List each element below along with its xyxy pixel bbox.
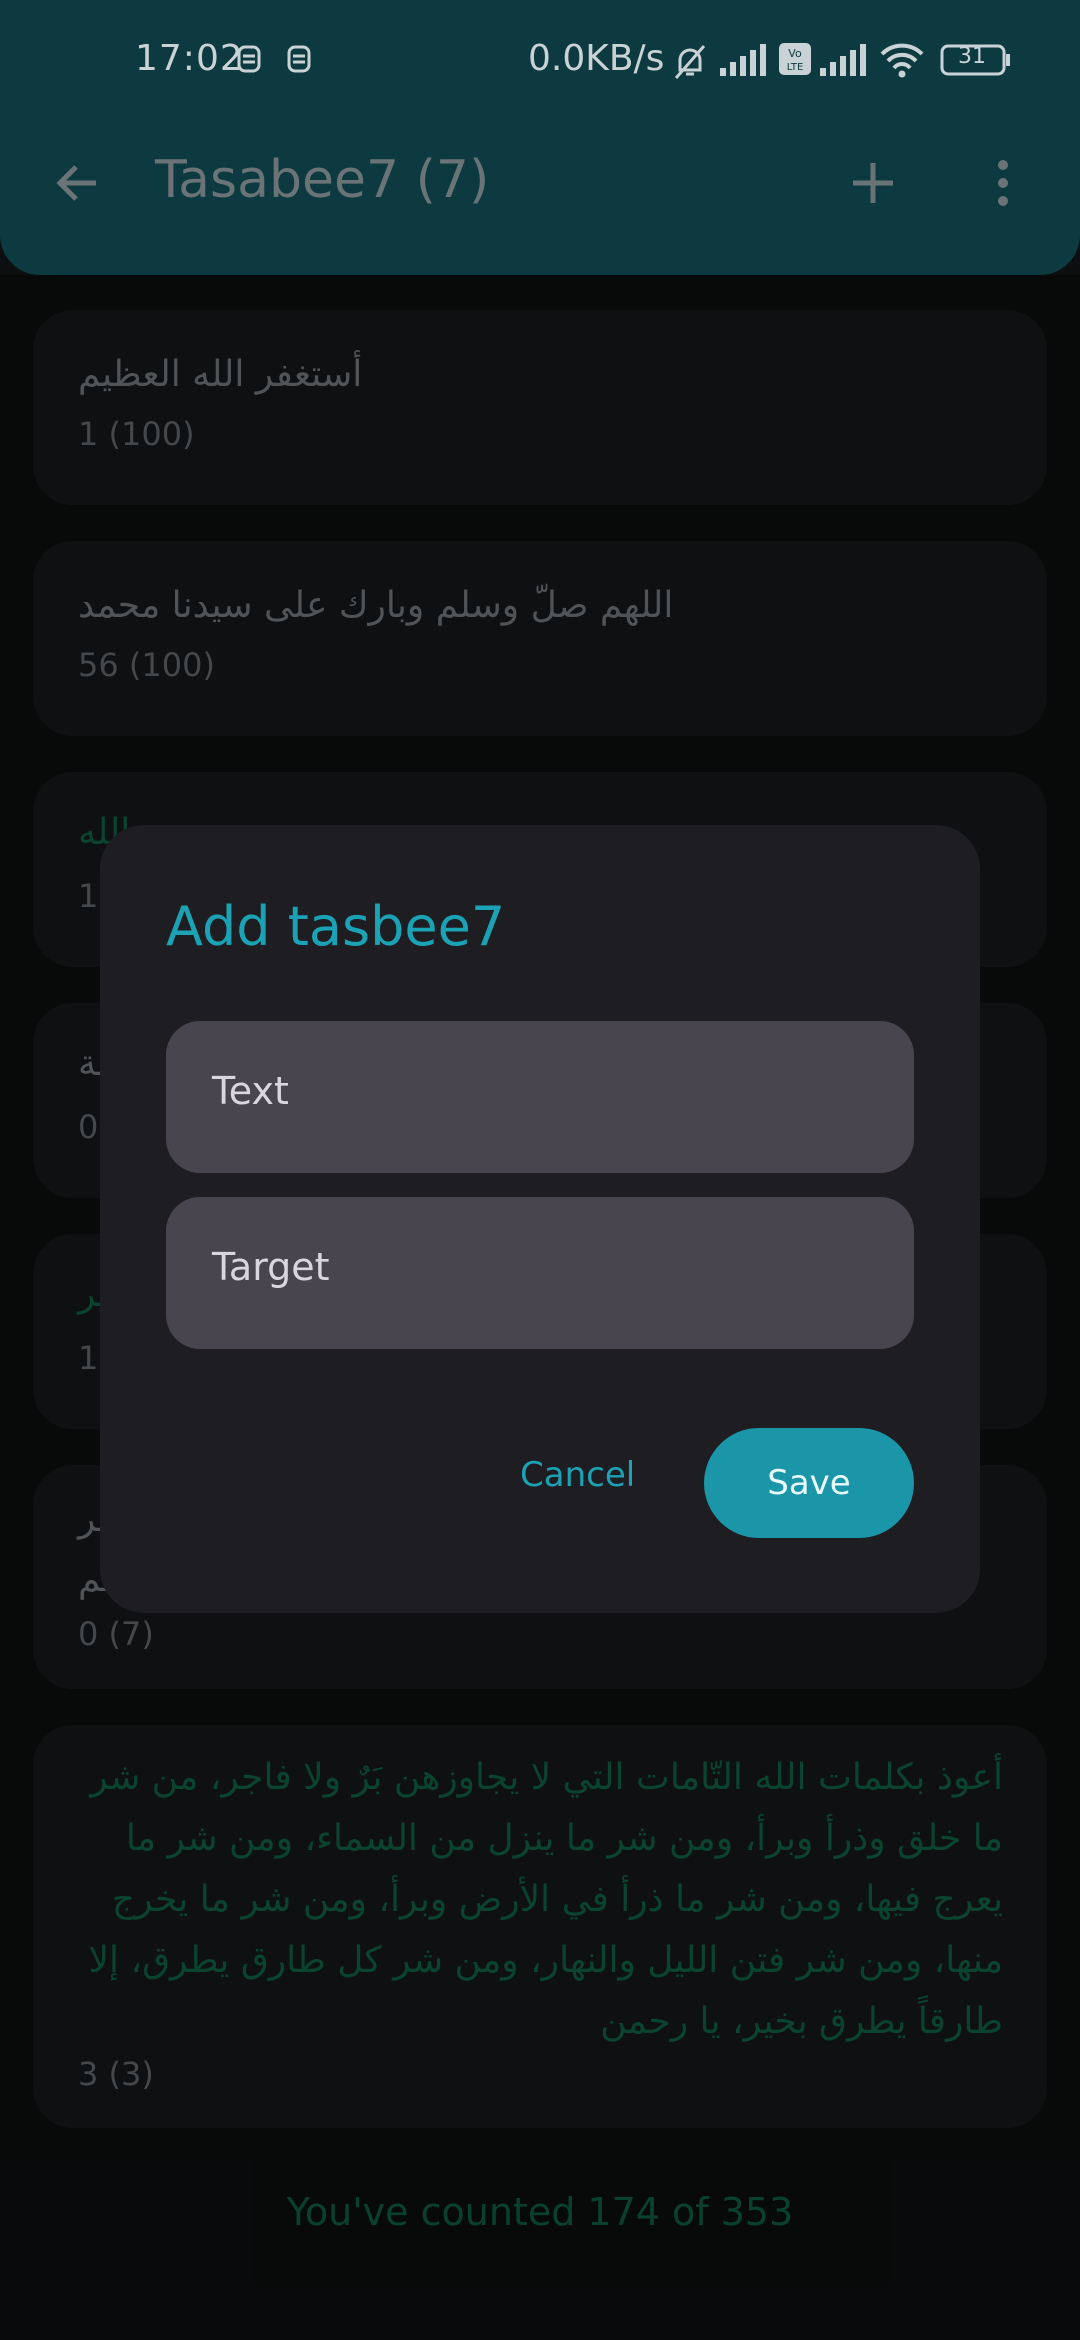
bell-off-icon bbox=[670, 42, 710, 91]
notification-icon bbox=[236, 42, 262, 85]
battery-level: 31 bbox=[958, 44, 986, 69]
save-button[interactable]: Save bbox=[704, 1428, 914, 1538]
dialog-title: Add tasbee7 bbox=[166, 895, 506, 958]
add-tasbeeh-dialog: Add tasbee7 Text Target Cancel Save bbox=[100, 825, 980, 1613]
text-input-placeholder: Text bbox=[212, 1069, 289, 1113]
app-bar: 17:02 0.0KB/s Vo LTE 31 Tasabee7 (7) bbox=[0, 0, 1080, 275]
text-input[interactable]: Text bbox=[166, 1021, 914, 1173]
target-input[interactable]: Target bbox=[166, 1197, 914, 1349]
svg-text:Vo: Vo bbox=[788, 47, 802, 60]
wifi-icon bbox=[880, 42, 924, 87]
notification-icon-2 bbox=[286, 42, 312, 85]
cancel-button[interactable]: Cancel bbox=[520, 1455, 635, 1495]
plus-icon[interactable] bbox=[845, 155, 901, 215]
back-arrow-icon[interactable] bbox=[50, 155, 106, 215]
signal-icon-2 bbox=[820, 42, 870, 87]
status-bar: 17:02 0.0KB/s Vo LTE 31 bbox=[0, 30, 1080, 90]
page-title: Tasabee7 (7) bbox=[155, 150, 490, 210]
volte-icon: Vo LTE bbox=[778, 42, 812, 85]
battery-icon: 31 bbox=[940, 42, 1012, 87]
signal-icon bbox=[720, 42, 770, 87]
svg-text:LTE: LTE bbox=[787, 62, 804, 73]
network-speed: 0.0KB/s bbox=[528, 38, 665, 79]
status-time: 17:02 bbox=[135, 38, 244, 79]
more-vert-icon[interactable] bbox=[985, 155, 1021, 215]
target-input-placeholder: Target bbox=[212, 1245, 330, 1289]
